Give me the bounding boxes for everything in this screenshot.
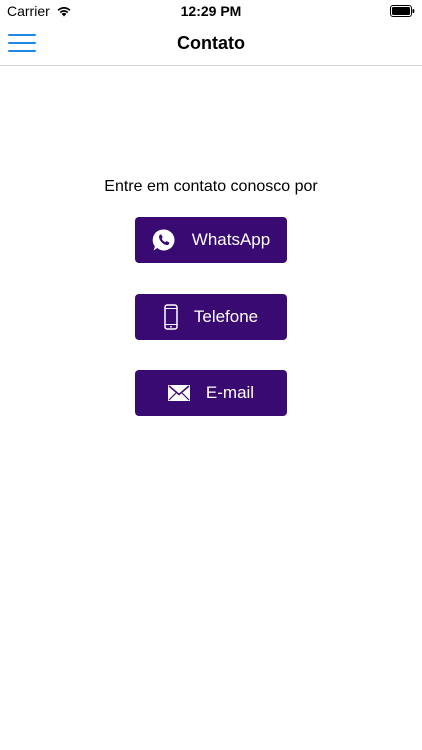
battery-icon bbox=[390, 5, 415, 17]
status-bar: Carrier 12:29 PM bbox=[0, 0, 422, 22]
page-title: Contato bbox=[177, 33, 245, 53]
phone-icon bbox=[164, 304, 178, 330]
status-time: 12:29 PM bbox=[180, 3, 242, 19]
whatsapp-button[interactable]: WhatsApp bbox=[135, 217, 287, 263]
whatsapp-icon bbox=[152, 228, 176, 252]
email-button[interactable]: E-mail bbox=[135, 370, 287, 416]
phone-button-label: Telefone bbox=[193, 307, 259, 326]
nav-bar: Contato bbox=[0, 22, 422, 66]
contact-intro-text: Entre em contato conosco por bbox=[104, 178, 318, 195]
screen: Carrier 12:29 PM Contato Entre em contat… bbox=[0, 0, 422, 750]
phone-button[interactable]: Telefone bbox=[135, 294, 287, 340]
email-button-label: E-mail bbox=[205, 383, 255, 402]
whatsapp-button-label: WhatsApp bbox=[191, 230, 271, 249]
mail-icon bbox=[167, 385, 190, 401]
